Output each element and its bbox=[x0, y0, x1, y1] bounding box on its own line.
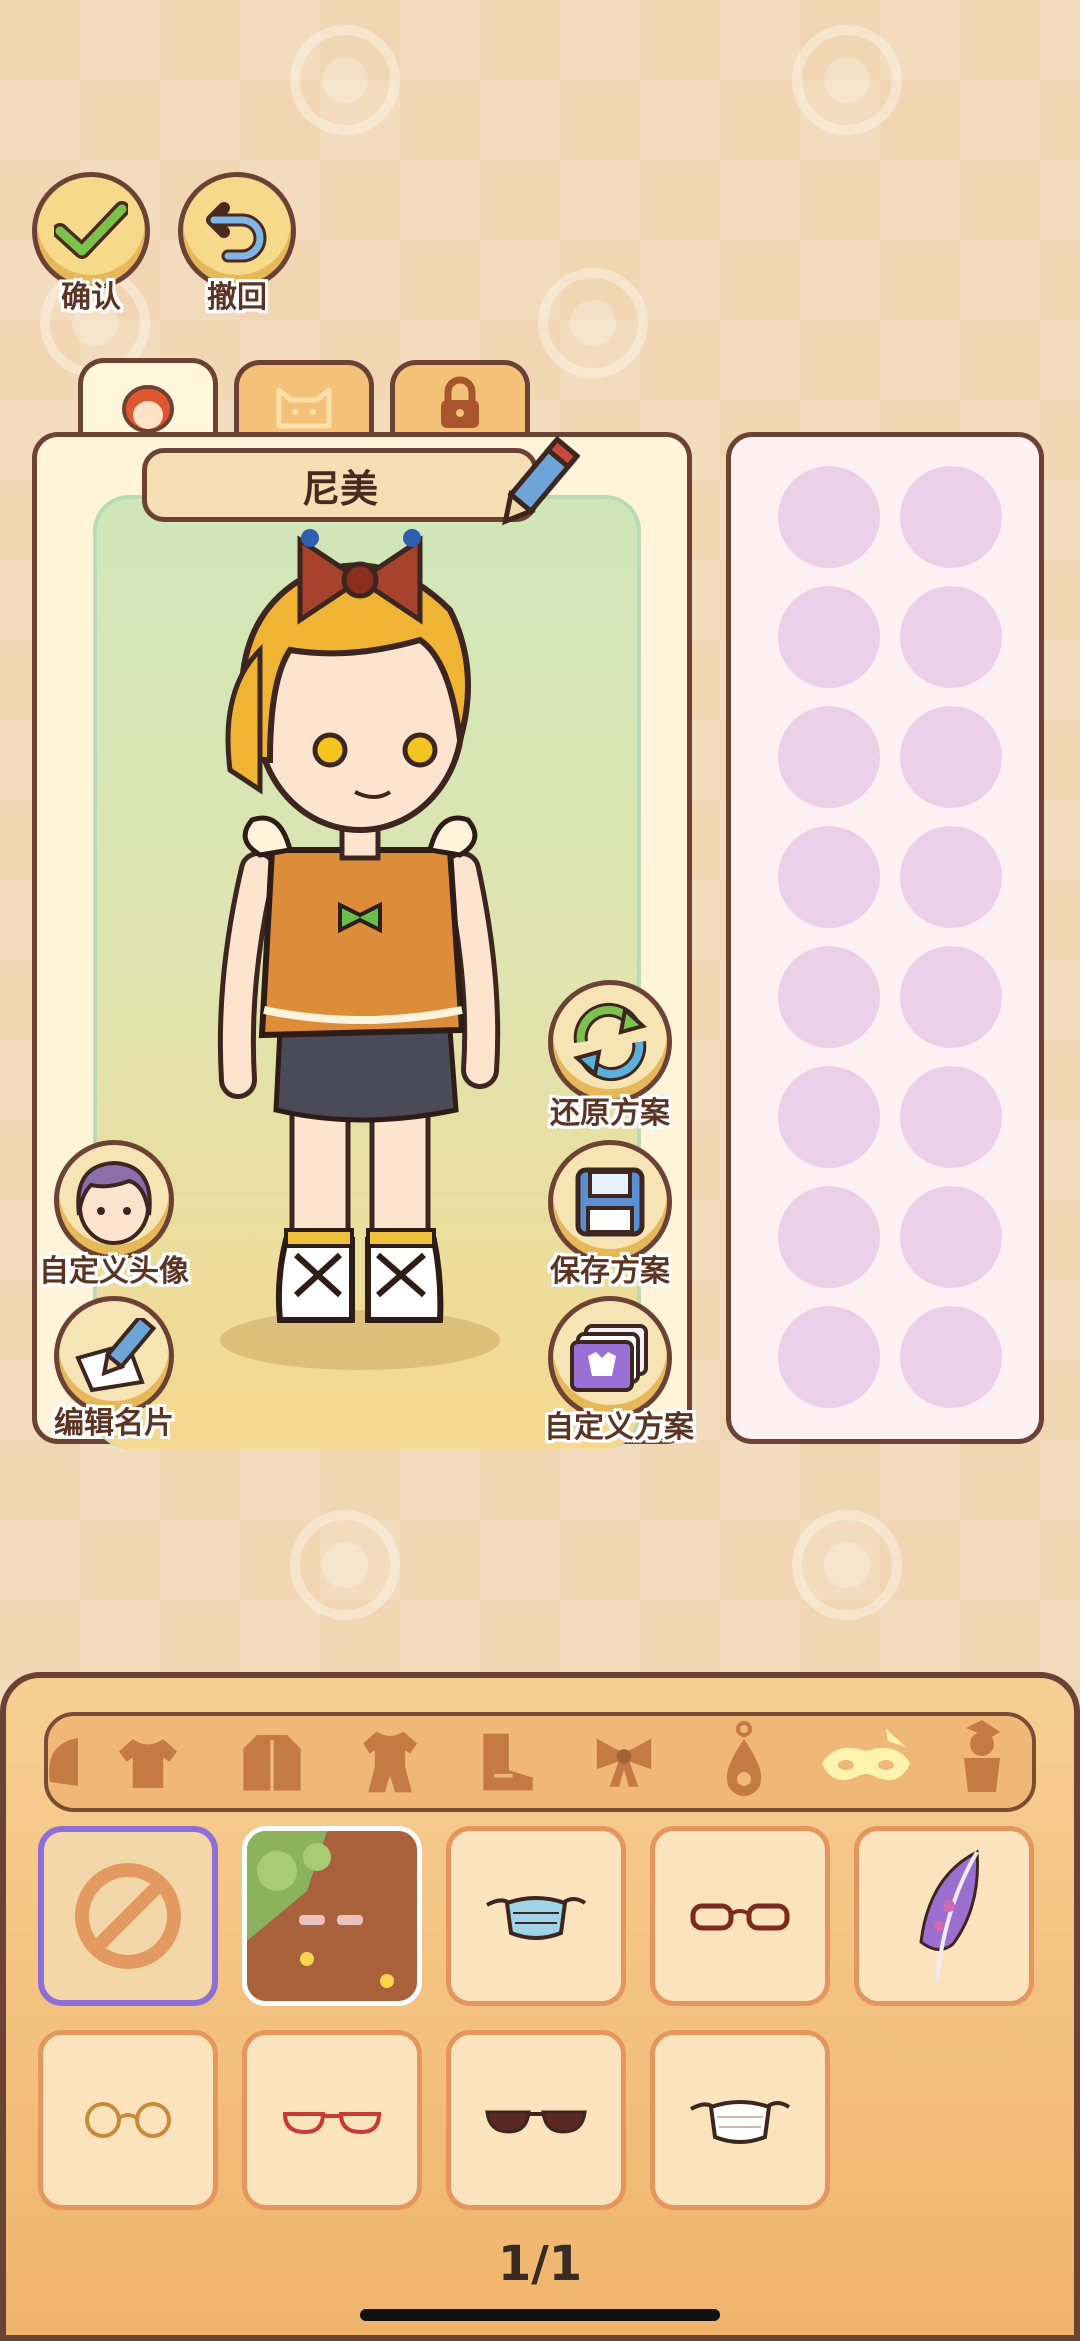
undo-label: 撤回 bbox=[207, 280, 267, 315]
item-feather[interactable] bbox=[854, 1826, 1034, 2006]
feather-icon bbox=[919, 1849, 979, 1981]
background-sun-icon bbox=[290, 25, 400, 135]
item-white-mask[interactable] bbox=[650, 2030, 830, 2210]
edit-card-icon bbox=[75, 1318, 156, 1393]
mosaic-glasses-icon bbox=[247, 1831, 417, 2001]
accessory-slot[interactable] bbox=[778, 826, 880, 928]
character-figure bbox=[217, 529, 501, 1370]
background-sun-icon bbox=[290, 1510, 400, 1620]
accessory-slot[interactable] bbox=[778, 1186, 880, 1288]
background-sun-icon bbox=[792, 25, 902, 135]
save-scheme-label: 保存方案 bbox=[550, 1254, 670, 1289]
custom-scheme-label: 自定义方案 bbox=[544, 1410, 694, 1445]
category-outfit-icon[interactable] bbox=[358, 1730, 422, 1794]
item-red-thin-glasses[interactable] bbox=[242, 2030, 422, 2210]
category-coat-icon[interactable] bbox=[240, 1730, 304, 1794]
pagination-indicator: 1/1 bbox=[497, 2236, 583, 2292]
accessory-slot[interactable] bbox=[900, 1186, 1002, 1288]
character-name[interactable]: 尼美 bbox=[142, 448, 538, 522]
category-shirt-icon[interactable] bbox=[116, 1730, 180, 1794]
blue-mask-icon bbox=[486, 1896, 587, 1940]
restore-scheme-button[interactable] bbox=[548, 980, 672, 1104]
accessory-slot[interactable] bbox=[900, 946, 1002, 1048]
item-blue-mask[interactable] bbox=[446, 1826, 626, 2006]
undo-arrow-icon bbox=[206, 202, 267, 263]
category-partial-icon[interactable] bbox=[44, 1730, 78, 1794]
lock-icon bbox=[441, 376, 479, 428]
red-thin-glasses-icon bbox=[282, 2112, 382, 2135]
custom-avatar-button[interactable] bbox=[54, 1140, 174, 1260]
tab-locked[interactable] bbox=[390, 360, 530, 442]
category-boots-icon[interactable] bbox=[476, 1730, 540, 1794]
item-sunglasses[interactable] bbox=[446, 2030, 626, 2210]
accessory-slot[interactable] bbox=[778, 586, 880, 688]
red-glasses-icon bbox=[690, 1903, 790, 1931]
accessory-slot[interactable] bbox=[900, 1066, 1002, 1168]
accessory-slots-panel bbox=[726, 432, 1044, 1444]
white-mask-icon bbox=[690, 2100, 791, 2144]
item-red-glasses[interactable] bbox=[650, 1826, 830, 2006]
pencil-icon[interactable] bbox=[490, 436, 580, 536]
category-figure-icon[interactable] bbox=[950, 1720, 1014, 1792]
none-icon bbox=[75, 1863, 181, 1969]
category-earring-icon[interactable] bbox=[712, 1721, 776, 1796]
accessory-slot[interactable] bbox=[778, 466, 880, 568]
tab-cat[interactable] bbox=[234, 360, 374, 442]
accessory-slot[interactable] bbox=[900, 826, 1002, 928]
custom-avatar-label: 自定义头像 bbox=[39, 1254, 189, 1289]
category-bow-icon[interactable] bbox=[592, 1730, 656, 1794]
accessory-slot[interactable] bbox=[778, 946, 880, 1048]
card-stack-icon bbox=[570, 1324, 648, 1392]
background-sun-icon bbox=[538, 268, 648, 378]
confirm-label: 确认 bbox=[61, 280, 121, 315]
accessory-slot[interactable] bbox=[778, 1306, 880, 1408]
item-mosaic-glasses[interactable] bbox=[242, 1826, 422, 2006]
restore-scheme-label: 还原方案 bbox=[550, 1096, 670, 1131]
home-indicator[interactable] bbox=[360, 2309, 720, 2321]
accessory-slot[interactable] bbox=[900, 586, 1002, 688]
refresh-icon bbox=[572, 1002, 648, 1082]
accessory-slot[interactable] bbox=[900, 466, 1002, 568]
character-icon bbox=[122, 384, 174, 433]
item-none[interactable] bbox=[38, 1826, 218, 2006]
round-glasses-icon bbox=[85, 2102, 171, 2138]
accessory-slot[interactable] bbox=[900, 706, 1002, 808]
item-round-glasses[interactable] bbox=[38, 2030, 218, 2210]
accessory-slot[interactable] bbox=[778, 1066, 880, 1168]
category-mask-icon[interactable] bbox=[816, 1724, 916, 1800]
sunglasses-icon bbox=[485, 2110, 587, 2134]
accessory-slot[interactable] bbox=[900, 1306, 1002, 1408]
cat-icon bbox=[276, 387, 332, 428]
avatar-icon bbox=[76, 1160, 152, 1245]
floppy-disk-icon bbox=[575, 1167, 645, 1237]
background-sun-icon bbox=[792, 1510, 902, 1620]
edit-card-label: 编辑名片 bbox=[54, 1406, 174, 1441]
accessory-slot[interactable] bbox=[778, 706, 880, 808]
checkmark-icon bbox=[54, 201, 128, 259]
